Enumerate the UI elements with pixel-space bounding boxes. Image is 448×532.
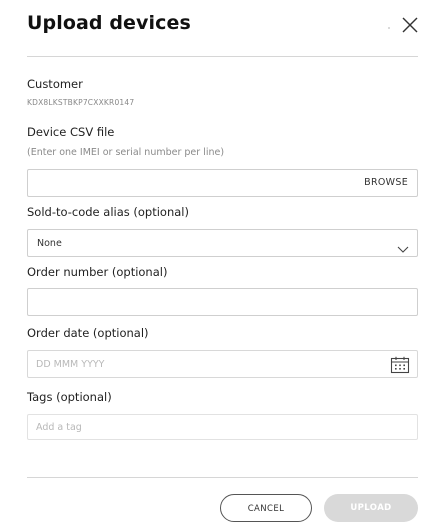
close-icon[interactable] [398, 13, 422, 37]
dialog-title: Upload devices [27, 12, 191, 34]
tags-input[interactable]: Add a tag [27, 414, 418, 440]
sold-to-alias-selected: None [37, 238, 62, 249]
calendar-icon[interactable] [390, 356, 410, 374]
chevron-down-icon [397, 239, 409, 253]
order-date-placeholder: DD MMM YYYY [36, 359, 105, 370]
device-csv-field[interactable]: BROWSE [27, 169, 418, 197]
order-number-label: Order number (optional) [27, 265, 168, 279]
browse-button[interactable]: BROWSE [364, 177, 408, 188]
sold-to-alias-label: Sold-to-code alias (optional) [27, 205, 189, 219]
decorative-dot [388, 27, 390, 29]
device-csv-helper: (Enter one IMEI or serial number per lin… [27, 147, 225, 158]
order-date-label: Order date (optional) [27, 326, 149, 340]
sold-to-alias-select[interactable]: None [27, 229, 418, 257]
cancel-button[interactable]: CANCEL [220, 494, 312, 522]
order-date-input[interactable]: DD MMM YYYY [27, 350, 418, 378]
tags-placeholder: Add a tag [36, 422, 82, 433]
customer-value: KDX8LKSTBKP7CXXKR0147 [27, 98, 135, 107]
device-csv-label: Device CSV file [27, 125, 115, 139]
customer-label: Customer [27, 77, 83, 91]
upload-button[interactable]: UPLOAD [324, 494, 418, 522]
order-number-input[interactable] [27, 288, 418, 316]
tags-label: Tags (optional) [27, 390, 112, 404]
footer-divider [27, 477, 418, 478]
header-divider [27, 56, 418, 57]
